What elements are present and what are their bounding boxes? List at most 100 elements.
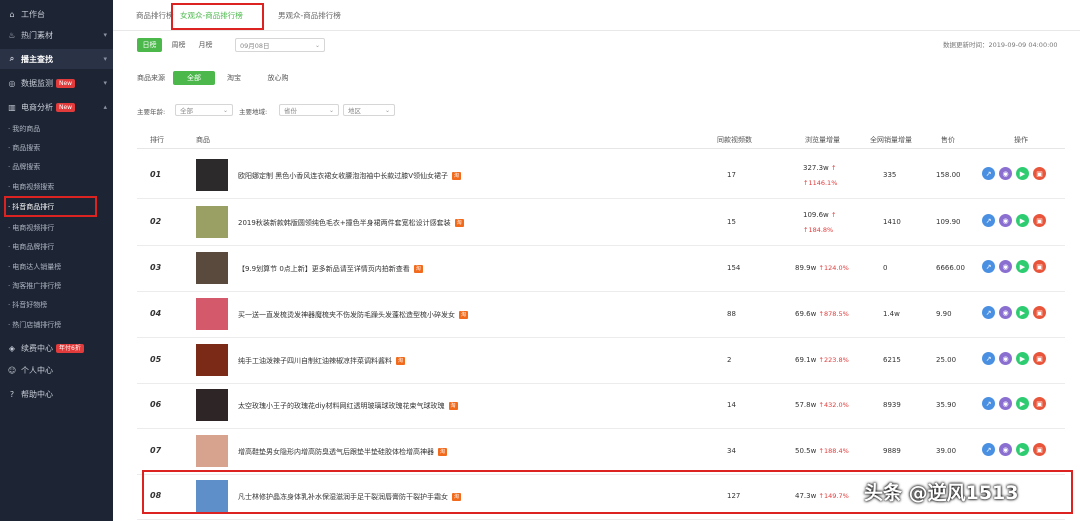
header-views: 浏览量增量 [805,136,840,144]
shop-icon[interactable]: ▣ [1033,352,1046,365]
analysis-icon[interactable]: ◉ [999,443,1012,456]
trend-icon[interactable]: ↗ [982,260,995,273]
sidebar-subitem[interactable]: 电商视频排行 [0,219,113,237]
video-count: 15 [727,218,736,226]
sidebar-subitem[interactable]: 电商品牌排行 [0,238,113,256]
sidebar-item-hot-material[interactable]: ♨ 热门素材 ▾ [0,25,113,45]
operations: ↗ ◉ ▶ ▣ [982,352,1046,365]
product-title[interactable]: 买一送一直发梳烫发神器魔梳夹不伤发防毛躁头发蓬松造型梳小碎发女淘 [238,310,468,320]
growth-value: 1146.1% [808,179,838,187]
trend-icon[interactable]: ↗ [982,214,995,227]
trend-icon[interactable]: ↗ [982,397,995,410]
shop-icon[interactable]: ▣ [1033,397,1046,410]
sidebar-subitem[interactable]: 电商达人销量榜 [0,258,113,276]
sidebar-subitem[interactable]: 商品搜索 [0,139,113,157]
video-count: 88 [727,310,736,318]
analysis-icon[interactable]: ◉ [999,352,1012,365]
up-arrow-icon: ↑ [831,164,837,172]
region-filter-label: 主要地域: [239,108,268,116]
product-thumbnail[interactable] [196,159,228,191]
rank-number: 07 [150,446,162,455]
trend-icon[interactable]: ↗ [982,167,995,180]
sidebar-item-ecommerce-analysis[interactable]: ▥ 电商分析 New ▴ [0,97,113,117]
analysis-icon[interactable]: ◉ [999,167,1012,180]
growth-value: 124.0% [824,264,849,272]
day-rank-button[interactable]: 日榜 [137,38,162,52]
source-fangxingou-button[interactable]: 放心购 [263,71,293,85]
operations: ↗ ◉ ▶ ▣ [982,306,1046,319]
product-thumbnail[interactable] [196,206,228,238]
video-icon[interactable]: ▶ [1016,306,1029,319]
video-icon[interactable]: ▶ [1016,214,1029,227]
tab-product-rank[interactable]: 商品排行榜 [136,10,174,21]
help-icon: ? [9,389,15,399]
sidebar-subitem[interactable]: 我的商品 [0,120,113,138]
week-rank-button[interactable]: 周榜 [166,38,191,52]
shop-icon[interactable]: ▣ [1033,214,1046,227]
tab-bar: 商品排行榜 女观众-商品排行榜 男观众-商品排行榜 [113,0,1080,31]
video-icon[interactable]: ▶ [1016,397,1029,410]
chart-icon: ▥ [8,102,16,112]
province-select[interactable]: 省份 ⌄ [279,104,339,116]
home-icon: ⌂ [9,9,15,19]
sales-increment: 1.4w [883,310,900,318]
product-title[interactable]: 纯手工油泼辣子四川自制红油辣椒凉拌菜调料酱料淘 [238,356,405,366]
video-icon[interactable]: ▶ [1016,443,1029,456]
sidebar-subitem[interactable]: 品牌搜索 [0,158,113,176]
trend-icon[interactable]: ↗ [982,306,995,319]
sidebar-subitem[interactable]: 抖音好物榜 [0,296,113,314]
shop-icon[interactable]: ▣ [1033,306,1046,319]
product-thumbnail[interactable] [196,389,228,421]
sidebar-item-label: 数据监测 [21,78,53,88]
header-rank: 排行 [150,136,164,144]
search-icon: ⌕ [9,54,15,63]
main-content: 商品排行榜 女观众-商品排行榜 男观众-商品排行榜 日榜 周榜 月榜 09月08… [113,0,1080,521]
sidebar-item-label: 个人中心 [21,365,53,375]
product-title[interactable]: 欧阳娜定制 黑色小香风连衣裙女收腰泡泡袖中长款过膝V领仙女裙子淘 [238,171,462,181]
analysis-icon[interactable]: ◉ [999,214,1012,227]
shop-icon[interactable]: ▣ [1033,167,1046,180]
price: 109.90 [936,218,961,226]
source-taobao-button[interactable]: 淘宝 [223,71,245,85]
age-filter-select[interactable]: 全部 ⌄ [175,104,233,116]
product-title[interactable]: 增高鞋垫男女隐形内增高防臭透气后跟垫半垫硅胶体检增高神器淘 [238,447,447,457]
sidebar-item-personal[interactable]: ☺ 个人中心 [0,360,113,380]
growth-rate: ↑188.4% [819,447,849,455]
district-select[interactable]: 地区 ⌄ [343,104,395,116]
source-all-button[interactable]: 全部 [173,71,215,85]
product-title[interactable]: 太空玫瑰小王子的玫瑰花diy材料网红透明玻璃球玫瑰花束气球玫瑰淘 [238,401,458,411]
trend-icon[interactable]: ↗ [982,443,995,456]
product-thumbnail[interactable] [196,252,228,284]
analysis-icon[interactable]: ◉ [999,260,1012,273]
product-thumbnail[interactable] [196,298,228,330]
sidebar-subitem[interactable]: 电商视频搜索 [0,178,113,196]
analysis-icon[interactable]: ◉ [999,397,1012,410]
sidebar-item-streamer-search[interactable]: ⌕ 播主查找 ▾ [0,49,113,69]
product-title[interactable]: 2019秋装新款韩版圆领纯色毛衣+撞色半身裙两件套宽松设计感套装淘 [238,218,464,228]
sidebar-subitem[interactable]: 淘客推广排行榜 [0,277,113,295]
growth-rate: ↑1146.1% [803,179,837,187]
sidebar-item-workbench[interactable]: ⌂ 工作台 [0,4,113,24]
tab-male-product-rank[interactable]: 男观众-商品排行榜 [278,10,341,21]
sidebar-subitem[interactable]: 热门店铺排行榜 [0,316,113,334]
shop-icon[interactable]: ▣ [1033,260,1046,273]
growth-rate: ↑432.0% [819,401,849,409]
video-icon[interactable]: ▶ [1016,260,1029,273]
product-title[interactable]: 【9.9划算节 0点上新】更多新品请至详情页内拍新查看淘 [238,264,423,274]
sidebar-item-renewal[interactable]: ◈ 续费中心 年付6折 [0,338,113,358]
month-rank-button[interactable]: 月榜 [193,38,218,52]
analysis-icon[interactable]: ◉ [999,306,1012,319]
product-thumbnail[interactable] [196,344,228,376]
trend-icon[interactable]: ↗ [982,352,995,365]
price: 158.00 [936,171,961,179]
video-icon[interactable]: ▶ [1016,352,1029,365]
date-select[interactable]: 09月08日 ⌄ [235,38,325,52]
views-value: 69.1w [795,356,817,364]
product-thumbnail[interactable] [196,435,228,467]
sidebar: ⌂ 工作台 ♨ 热门素材 ▾ ⌕ 播主查找 ▾ ◎ 数据监测 New ▾ ▥ 电… [0,0,113,521]
shop-icon[interactable]: ▣ [1033,443,1046,456]
video-icon[interactable]: ▶ [1016,167,1029,180]
sidebar-item-help[interactable]: ? 帮助中心 [0,384,113,404]
rank-number: 01 [150,170,162,179]
sidebar-item-data-monitor[interactable]: ◎ 数据监测 New ▾ [0,73,113,93]
